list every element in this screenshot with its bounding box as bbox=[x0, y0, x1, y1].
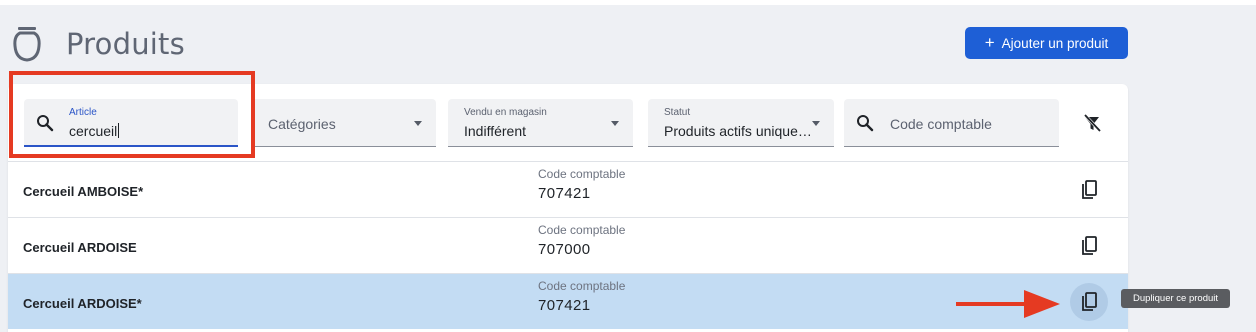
article-field-label: Article bbox=[69, 107, 97, 118]
chevron-down-icon bbox=[414, 121, 422, 126]
duplicate-button[interactable] bbox=[1070, 171, 1108, 209]
table-row[interactable]: Cercueil AMBOISE* Code comptable 707421 bbox=[8, 161, 1128, 217]
duplicate-button[interactable] bbox=[1070, 227, 1108, 265]
code-comptable-placeholder: Code comptable bbox=[890, 116, 992, 132]
article-search-field[interactable]: Article cercueil bbox=[24, 99, 238, 147]
add-product-button[interactable]: + Ajouter un produit bbox=[965, 27, 1128, 59]
categories-placeholder: Catégories bbox=[268, 116, 336, 132]
copy-icon bbox=[1082, 236, 1097, 255]
duplicate-tooltip: Dupliquer ce produit bbox=[1121, 289, 1230, 308]
product-name: Cercueil ARDOISE bbox=[23, 240, 137, 255]
statut-select[interactable]: Statut Produits actifs unique… bbox=[648, 99, 834, 147]
duplicate-button[interactable] bbox=[1070, 283, 1108, 321]
code-comptable-value: 707421 bbox=[538, 297, 591, 314]
code-comptable-search-field[interactable]: Code comptable bbox=[844, 99, 1059, 147]
code-comptable-label: Code comptable bbox=[538, 223, 626, 237]
categories-select[interactable]: Catégories bbox=[252, 99, 436, 147]
vendu-label: Vendu en magasin bbox=[464, 107, 547, 118]
search-icon bbox=[857, 115, 874, 132]
code-comptable-value: 707000 bbox=[538, 241, 591, 258]
filter-off-icon[interactable] bbox=[1082, 113, 1102, 133]
table-row[interactable]: Cercueil ARDOISE Code comptable 707000 bbox=[8, 217, 1128, 273]
annotation-arrow-icon bbox=[956, 290, 1060, 318]
vendu-en-magasin-select[interactable]: Vendu en magasin Indifférent bbox=[448, 99, 633, 147]
top-strip bbox=[0, 0, 1256, 5]
statut-label: Statut bbox=[664, 107, 691, 118]
code-comptable-label: Code comptable bbox=[538, 279, 626, 293]
urn-logo-icon bbox=[13, 27, 41, 62]
add-product-label: Ajouter un produit bbox=[1001, 35, 1109, 51]
page-title: Produits bbox=[66, 27, 185, 61]
copy-icon bbox=[1082, 180, 1097, 199]
chevron-down-icon bbox=[611, 121, 619, 126]
plus-icon: + bbox=[984, 32, 995, 52]
code-comptable-label: Code comptable bbox=[538, 167, 626, 181]
chevron-down-icon bbox=[812, 121, 820, 126]
statut-value: Produits actifs unique… bbox=[664, 123, 812, 139]
code-comptable-value: 707421 bbox=[538, 185, 591, 202]
search-icon bbox=[37, 115, 54, 132]
copy-icon bbox=[1082, 292, 1097, 311]
product-name: Cercueil AMBOISE* bbox=[23, 184, 144, 199]
article-field-value[interactable]: cercueil bbox=[69, 123, 120, 139]
vendu-value: Indifférent bbox=[464, 123, 527, 139]
product-name: Cercueil ARDOISE* bbox=[23, 296, 142, 311]
